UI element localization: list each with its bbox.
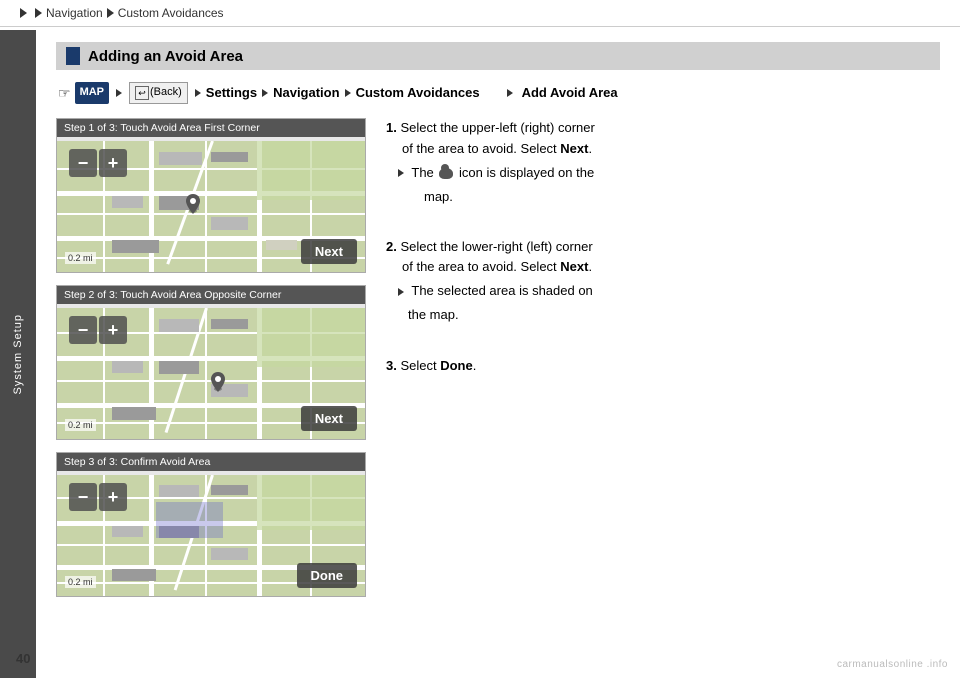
zoom-controls-3[interactable]: − + xyxy=(69,483,127,511)
breadcrumb-navigation: Navigation xyxy=(46,6,103,20)
zoom-controls-2[interactable]: − + xyxy=(69,316,127,344)
next-btn-1[interactable]: Next xyxy=(301,239,357,264)
map-box-1: Step 1 of 3: Touch Avoid Area First Corn… xyxy=(56,118,366,273)
nav-arrow-3 xyxy=(262,89,268,97)
instruction-1: 1. Select the upper-left (right) corner … xyxy=(386,118,940,207)
settings-label: Settings xyxy=(206,83,257,104)
scale-2: 0.2 mi xyxy=(65,419,96,431)
instruction-2-text2: of the area to avoid. Select xyxy=(402,259,560,274)
left-column: Step 1 of 3: Touch Avoid Area First Corn… xyxy=(56,118,366,609)
zoom-controls-1[interactable]: − + xyxy=(69,149,127,177)
watermark: carmanualsonline .info xyxy=(837,659,948,670)
zoom-out-btn-1[interactable]: − xyxy=(69,149,97,177)
instruction-1-keyword1: Next xyxy=(560,141,588,156)
instruction-2-sub1-text: The selected area is shaded on xyxy=(411,283,592,298)
breadcrumb-arrow-1 xyxy=(20,8,27,18)
zoom-in-btn-1[interactable]: + xyxy=(99,149,127,177)
instruction-2-keyword1: Next xyxy=(560,259,588,274)
scale-1: 0.2 mi xyxy=(65,252,96,264)
instruction-1-sub2-text: icon is displayed on the xyxy=(459,165,594,180)
instruction-1-sub3-text: map. xyxy=(424,189,453,204)
zoom-in-btn-3[interactable]: + xyxy=(99,483,127,511)
nav-arrow-2 xyxy=(195,89,201,97)
map-marker-2 xyxy=(211,372,225,397)
right-column: 1. Select the upper-left (right) corner … xyxy=(386,118,940,609)
map-box-3: Step 3 of 3: Confirm Avoid Area xyxy=(56,452,366,597)
breadcrumb-arrow-2 xyxy=(35,8,42,18)
sub-arrow-2 xyxy=(398,288,404,296)
instruction-1-line2: of the area to avoid. Select Next. xyxy=(386,139,940,159)
sidebar-label: System Setup xyxy=(12,314,24,394)
instruction-2-text1: Select the lower-right (left) corner xyxy=(400,239,592,254)
instruction-3-text2: . xyxy=(473,358,477,373)
add-avoid-area-label: Add Avoid Area xyxy=(518,83,618,104)
step-num-2: 2. xyxy=(386,239,397,254)
instruction-2: 2. Select the lower-right (left) corner … xyxy=(386,237,940,326)
step-num-1: 1. xyxy=(386,120,397,135)
custom-avoidances-label: Custom Avoidances xyxy=(356,83,480,104)
back-icon: ↩ xyxy=(135,86,149,100)
section-title: Adding an Avoid Area xyxy=(88,48,243,65)
hand-icon: ☞ xyxy=(58,82,71,104)
nav-arrow-4 xyxy=(345,89,351,97)
zoom-out-btn-2[interactable]: − xyxy=(69,316,97,344)
map-box-2-title: Step 2 of 3: Touch Avoid Area Opposite C… xyxy=(57,286,365,304)
instruction-3-text1: Select xyxy=(400,358,440,373)
next-btn-2[interactable]: Next xyxy=(301,406,357,431)
cloud-icon-1 xyxy=(439,168,453,179)
instruction-2-sub1: The selected area is shaded on xyxy=(386,281,940,301)
zoom-in-btn-2[interactable]: + xyxy=(99,316,127,344)
breadcrumb-custom-avoidances: Custom Avoidances xyxy=(118,6,224,20)
page-number: 40 xyxy=(16,651,30,666)
map-box-1-title: Step 1 of 3: Touch Avoid Area First Corn… xyxy=(57,119,365,137)
instruction-2-line1: 2. Select the lower-right (left) corner xyxy=(386,237,940,257)
instruction-3: 3. Select Done. xyxy=(386,356,940,376)
sub-arrow-1 xyxy=(398,169,404,177)
sidebar: System Setup xyxy=(0,30,36,678)
step-num-3: 3. xyxy=(386,358,397,373)
navigation-label: Navigation xyxy=(273,83,339,104)
back-text: (Back) xyxy=(150,84,182,102)
nav-arrow-5-wrap xyxy=(480,83,518,104)
instruction-2-sub2: the map. xyxy=(386,305,940,325)
instruction-1-text1: Select the upper-left (right) corner xyxy=(400,120,594,135)
instruction-1-line1: 1. Select the upper-left (right) corner xyxy=(386,118,940,138)
instruction-1-sub1-text: The xyxy=(411,165,433,180)
breadcrumb-sep-1 xyxy=(107,8,114,18)
section-header: Adding an Avoid Area xyxy=(56,42,940,70)
instruction-2-sub2-text: the map. xyxy=(408,307,459,322)
back-badge: ↩ (Back) xyxy=(129,82,188,104)
instruction-1-text2: of the area to avoid. Select xyxy=(402,141,560,156)
instruction-1-sub1: The icon is displayed on the xyxy=(386,163,940,183)
scale-3: 0.2 mi xyxy=(65,576,96,588)
zoom-out-btn-3[interactable]: − xyxy=(69,483,97,511)
nav-arrow-1 xyxy=(116,89,122,97)
nav-arrow-5 xyxy=(507,89,513,97)
main-content: Adding an Avoid Area ☞ MAP ↩ (Back) Sett… xyxy=(36,30,960,678)
done-btn[interactable]: Done xyxy=(297,563,358,588)
map-box-2: Step 2 of 3: Touch Avoid Area Opposite C… xyxy=(56,285,366,440)
breadcrumb-bar: Navigation Custom Avoidances xyxy=(0,0,960,27)
instruction-3-line1: 3. Select Done. xyxy=(386,356,940,376)
section-header-accent xyxy=(66,47,80,65)
instruction-3-keyword1: Done xyxy=(440,358,473,373)
map-badge: MAP xyxy=(75,82,109,104)
nav-path: ☞ MAP ↩ (Back) Settings Navigation Custo… xyxy=(56,82,940,104)
instruction-1-sub2: map. xyxy=(386,187,940,207)
two-column-layout: Step 1 of 3: Touch Avoid Area First Corn… xyxy=(56,118,940,609)
map-marker-1 xyxy=(186,194,200,219)
map-box-3-title: Step 3 of 3: Confirm Avoid Area xyxy=(57,453,365,471)
instruction-2-line2: of the area to avoid. Select Next. xyxy=(386,257,940,277)
